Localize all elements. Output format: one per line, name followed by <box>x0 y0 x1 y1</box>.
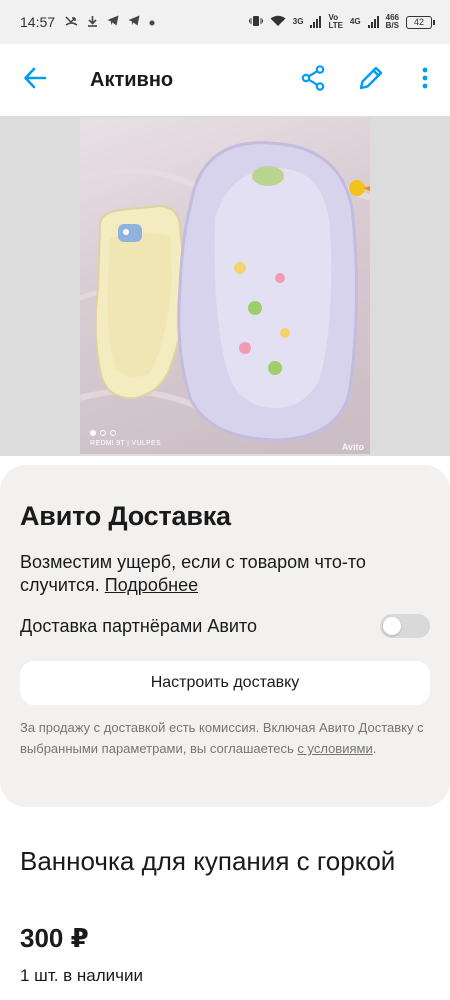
telegram-icon <box>107 15 119 29</box>
listing-price: 300 ₽ <box>20 923 89 953</box>
gallery-pager <box>90 430 116 436</box>
network-4g: 4G <box>350 18 361 26</box>
toolbar-actions <box>284 44 450 116</box>
pencil-icon <box>358 65 384 96</box>
commission-note-end: . <box>372 741 377 756</box>
missed-call-icon <box>65 15 78 29</box>
site-watermark: Avito <box>341 442 364 452</box>
signal-bars-2-icon <box>367 16 379 28</box>
pager-dot-3 <box>110 430 116 436</box>
signal-bars-1-icon <box>310 16 322 28</box>
wifi-icon <box>270 15 286 29</box>
terms-link[interactable]: с условиями <box>297 741 372 756</box>
network-4g-label: 4G <box>349 17 361 26</box>
status-bar: 14:57 3G Vo LTE 4G 466 B/S 42 <box>0 0 450 44</box>
share-icon <box>301 64 325 96</box>
setup-delivery-button[interactable]: Настроить доставку <box>20 661 430 705</box>
net-speed: 466 B/S <box>386 14 399 30</box>
network-volte: Vo LTE <box>328 14 343 30</box>
listing-photo[interactable]: REDMI 9T | VULPES Avito <box>80 118 370 454</box>
more-button[interactable] <box>400 44 450 116</box>
edit-button[interactable] <box>342 44 400 116</box>
telegram-icon-2 <box>128 15 140 29</box>
commission-note: За продажу с доставкой есть комиссия. Вк… <box>20 717 430 759</box>
partner-delivery-label: Доставка партнёрами Авито <box>20 615 257 636</box>
delivery-title: Авито Доставка <box>20 501 231 531</box>
listing-stock: 1 шт. в наличии <box>20 966 144 985</box>
partner-delivery-row: Доставка партнёрами Авито <box>20 614 430 638</box>
photo-gallery[interactable]: REDMI 9T | VULPES Avito <box>0 116 450 456</box>
page-title: Активно <box>90 68 174 91</box>
app-toolbar: Активно <box>0 44 450 116</box>
vibrate-icon <box>248 15 263 29</box>
more-vertical-icon <box>422 67 428 94</box>
more-notifications-dot-icon <box>149 15 155 29</box>
delivery-description: Возместим ущерб, если с товаром что-то с… <box>20 551 430 597</box>
bath-photo-illustration <box>80 141 370 442</box>
listing-title: Ванночка для купания с горкой <box>20 846 396 876</box>
volte-bottom-label: LTE <box>328 21 343 30</box>
notification-icons <box>65 15 155 30</box>
net-speed-unit: B/S <box>385 21 399 30</box>
arrow-left-icon <box>23 67 47 94</box>
system-icons: 3G Vo LTE 4G 466 B/S 42 <box>248 14 435 30</box>
download-icon <box>87 15 98 30</box>
network-3g-label: 3G <box>292 17 304 26</box>
delivery-card: Авито Доставка Возместим ущерб, если с т… <box>0 465 450 807</box>
status-time: 14:57 <box>20 14 56 30</box>
pager-dot-2 <box>100 430 106 436</box>
back-button[interactable] <box>0 44 70 116</box>
partner-delivery-toggle[interactable] <box>380 614 430 638</box>
battery-icon: 42 <box>406 15 435 29</box>
pager-dot-1 <box>90 430 96 436</box>
share-button[interactable] <box>284 44 342 116</box>
camera-watermark: REDMI 9T | VULPES <box>90 440 161 447</box>
network-3g: 3G <box>293 18 304 26</box>
more-info-link[interactable]: Подробнее <box>105 575 198 595</box>
